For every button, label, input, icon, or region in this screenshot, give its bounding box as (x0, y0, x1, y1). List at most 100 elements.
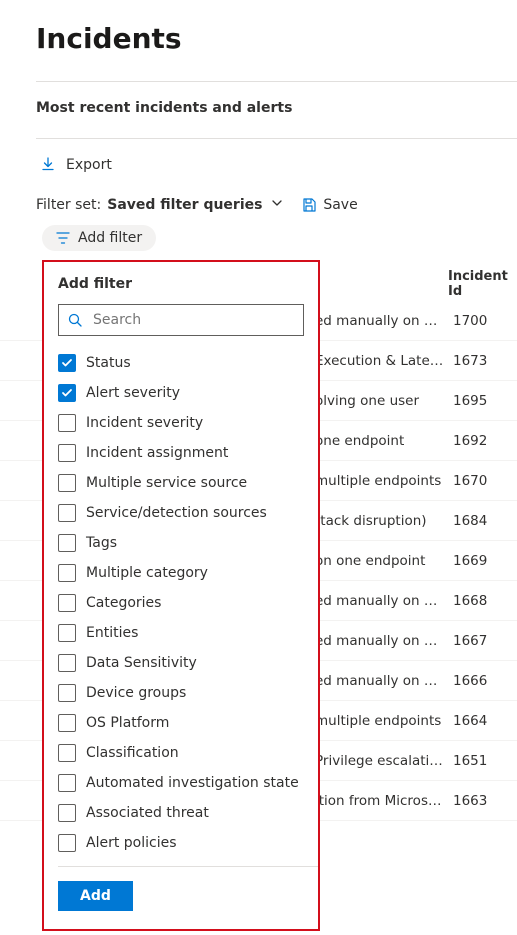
filter-option[interactable]: Data Sensitivity (44, 648, 318, 678)
checkbox[interactable] (58, 804, 76, 822)
incident-id-cell: 1651 (453, 753, 508, 769)
checkbox[interactable] (58, 354, 76, 372)
incident-id-cell: 1673 (453, 353, 508, 369)
filter-option-label: Entities (86, 625, 138, 641)
incident-name-cell: multiple endpoints (315, 713, 445, 729)
incident-name-cell: Privilege escalati… (315, 753, 445, 769)
checkbox[interactable] (58, 744, 76, 762)
filter-option[interactable]: Tags (44, 528, 318, 558)
filter-option[interactable]: Categories (44, 588, 318, 618)
filter-option-label: Categories (86, 595, 161, 611)
incident-id-cell: 1684 (453, 513, 508, 529)
filter-option[interactable]: Automated investigation state (44, 768, 318, 798)
filter-option-label: Classification (86, 745, 179, 761)
filter-option[interactable]: Device groups (44, 678, 318, 708)
checkbox[interactable] (58, 534, 76, 552)
incident-name-cell: ition from Micros… (315, 793, 445, 809)
filter-option[interactable]: Incident severity (44, 408, 318, 438)
filter-option-label: Automated investigation state (86, 775, 299, 791)
filter-option[interactable]: Multiple category (44, 558, 318, 588)
incident-id-cell: 1700 (453, 313, 508, 329)
page: Incidents Most recent incidents and aler… (0, 22, 517, 841)
divider (36, 138, 517, 139)
filter-option[interactable]: Multiple service source (44, 468, 318, 498)
incident-id-cell: 1692 (453, 433, 508, 449)
filter-option-label: Incident severity (86, 415, 203, 431)
checkbox[interactable] (58, 384, 76, 402)
checkbox[interactable] (58, 654, 76, 672)
incident-name-cell: ed manually on o… (315, 593, 445, 609)
incident-name-cell: olving one user (315, 393, 445, 409)
filter-set-row: Filter set: Saved filter queries Save (36, 197, 517, 213)
incident-name-cell: one endpoint (315, 433, 445, 449)
incident-name-cell: ed manually on o… (315, 313, 445, 329)
filter-option[interactable]: Status (44, 348, 318, 378)
filter-option[interactable]: Classification (44, 738, 318, 768)
incident-name-cell: ttack disruption) (315, 513, 445, 529)
filter-option-label: Data Sensitivity (86, 655, 197, 671)
filter-option-label: Tags (86, 535, 117, 551)
checkbox[interactable] (58, 834, 76, 852)
incident-name-cell: ed manually on o… (315, 673, 445, 689)
checkbox[interactable] (58, 564, 76, 582)
checkbox[interactable] (58, 684, 76, 702)
filter-option-label: Multiple category (86, 565, 208, 581)
incident-id-cell: 1669 (453, 553, 508, 569)
save-label: Save (323, 197, 357, 213)
export-label: Export (66, 157, 112, 173)
checkbox[interactable] (58, 714, 76, 732)
incident-name-cell: multiple endpoints (315, 473, 445, 489)
checkbox[interactable] (58, 624, 76, 642)
checkbox[interactable] (58, 474, 76, 492)
filter-option[interactable]: Alert severity (44, 378, 318, 408)
page-title: Incidents (36, 22, 517, 55)
incident-name-cell: ed manually on o… (315, 633, 445, 649)
checkbox[interactable] (58, 444, 76, 462)
checkbox[interactable] (58, 594, 76, 612)
section-label: Most recent incidents and alerts (36, 100, 517, 116)
incident-id-cell: 1666 (453, 673, 508, 689)
search-box[interactable] (58, 304, 304, 336)
chevron-down-icon (271, 197, 283, 209)
filter-set-dropdown[interactable]: Saved filter queries (107, 197, 283, 213)
checkbox[interactable] (58, 774, 76, 792)
filter-option-label: Alert policies (86, 835, 177, 851)
incident-id-cell: 1663 (453, 793, 508, 809)
save-button[interactable]: Save (301, 197, 357, 213)
divider (36, 81, 517, 82)
incident-id-cell: 1664 (453, 713, 508, 729)
column-header-incident-id[interactable]: Incident Id (448, 269, 517, 299)
add-button[interactable]: Add (58, 881, 133, 911)
filter-set-value: Saved filter queries (107, 197, 262, 213)
filter-option-label: Status (86, 355, 131, 371)
filter-icon (56, 231, 70, 245)
incident-id-cell: 1670 (453, 473, 508, 489)
filter-option-label: Multiple service source (86, 475, 247, 491)
download-icon (40, 157, 56, 173)
export-button[interactable]: Export (40, 157, 517, 173)
filter-option[interactable]: Associated threat (44, 798, 318, 828)
filter-option[interactable]: Entities (44, 618, 318, 648)
add-filter-pill[interactable]: Add filter (42, 225, 156, 251)
filter-option[interactable]: Alert policies (44, 828, 318, 858)
filter-option[interactable]: OS Platform (44, 708, 318, 738)
search-input[interactable] (91, 311, 295, 329)
save-icon (301, 197, 317, 213)
incident-id-cell: 1668 (453, 593, 508, 609)
filter-option[interactable]: Incident assignment (44, 438, 318, 468)
checkbox[interactable] (58, 504, 76, 522)
checkbox[interactable] (58, 414, 76, 432)
filter-option[interactable]: Service/detection sources (44, 498, 318, 528)
divider (58, 866, 318, 867)
filter-option-label: Incident assignment (86, 445, 228, 461)
filter-option-label: Service/detection sources (86, 505, 267, 521)
incident-id-cell: 1695 (453, 393, 508, 409)
filter-option-label: OS Platform (86, 715, 169, 731)
add-filter-popup: Add filter StatusAlert severityIncident … (42, 260, 320, 931)
add-filter-pill-label: Add filter (78, 230, 142, 246)
search-icon (67, 312, 83, 328)
incident-name-cell: Execution & Late… (315, 353, 445, 369)
filter-set-label: Filter set: (36, 197, 101, 213)
incident-id-cell: 1667 (453, 633, 508, 649)
options-list: Status Alert severity Incident severity Inc… (44, 348, 318, 858)
